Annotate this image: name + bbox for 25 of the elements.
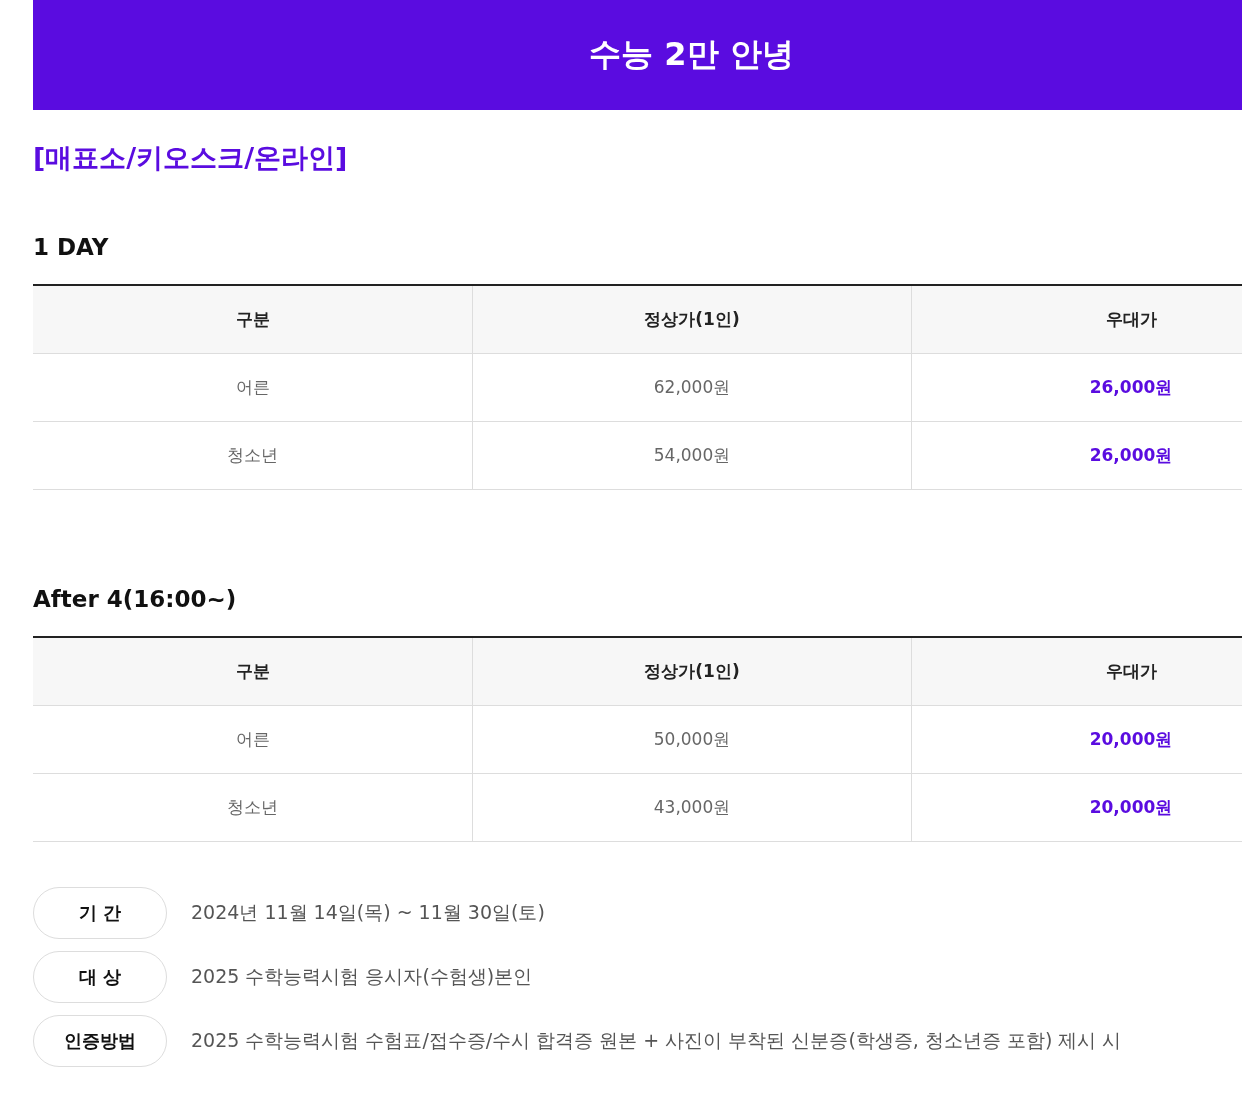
table-cell: 어른	[33, 706, 472, 774]
table-cell: 26,000원	[911, 422, 1242, 490]
section-title: 1 DAY	[33, 234, 110, 260]
table-cell: 50,000원	[472, 706, 911, 774]
column-header: 정상가(1인)	[472, 638, 911, 706]
table-cell: 43,000원	[472, 774, 911, 842]
column-header: 우대가	[911, 286, 1242, 354]
banner-title: 수능 2만 안녕	[589, 34, 794, 75]
table-cell: 어른	[33, 354, 472, 422]
table-cell: 20,000원	[911, 774, 1242, 842]
table-cell: 62,000원	[472, 354, 911, 422]
info-text: 2025 수학능력시험 수험표/접수증/수시 합격증 원본 + 사진이 부착된 신분증(학생증, 청소년증 포함) 제시 시	[191, 1028, 1122, 1053]
column-header: 우대가	[911, 638, 1242, 706]
info-text: 2024년 11월 14일(목) ~ 11월 30일(토)	[191, 900, 545, 925]
table-cell: 26,000원	[911, 354, 1242, 422]
info-text: 2025 수학능력시험 응시자(수험생)본인	[191, 964, 533, 989]
column-header: 정상가(1인)	[472, 286, 911, 354]
channel-heading: [매표소/키오스크/온라인]	[33, 141, 349, 175]
table-cell: 청소년	[33, 422, 472, 490]
section-title: After 4(16:00~)	[33, 586, 238, 612]
table-cell: 20,000원	[911, 706, 1242, 774]
column-header: 구분	[33, 638, 472, 706]
table-cell: 청소년	[33, 774, 472, 842]
table-cell: 54,000원	[472, 422, 911, 490]
column-header: 구분	[33, 286, 472, 354]
